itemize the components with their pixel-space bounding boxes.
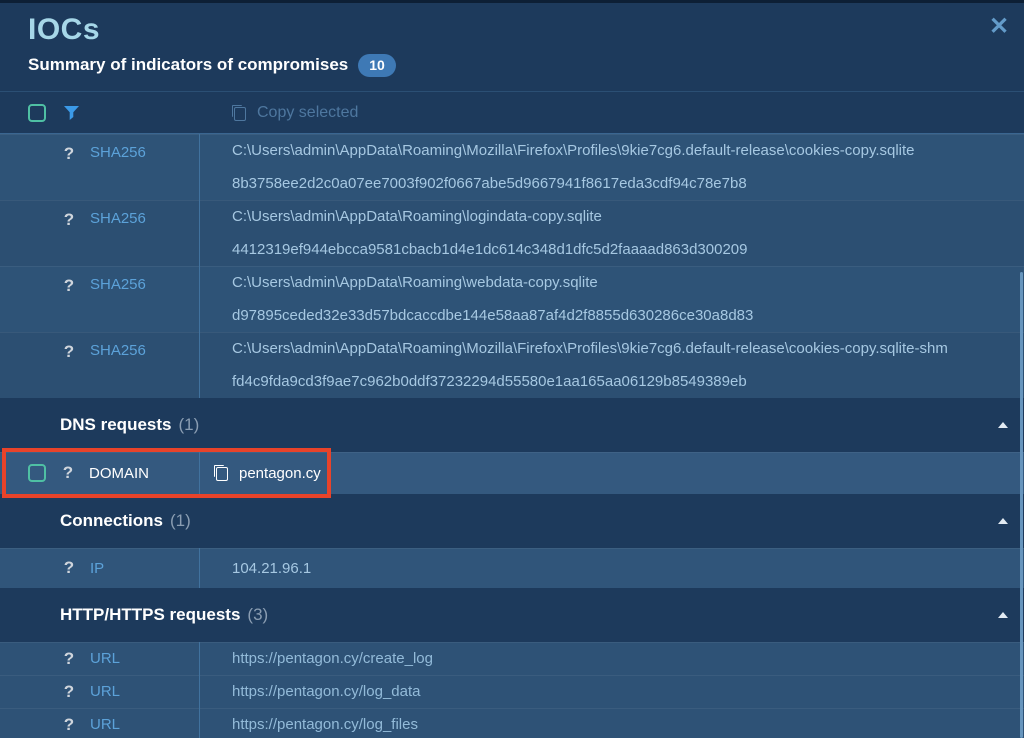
copy-icon[interactable] xyxy=(214,465,228,481)
ioc-url-value: https://pentagon.cy/create_log xyxy=(232,650,433,667)
row-value: C:\Users\admin\AppData\Roaming\webdata-c… xyxy=(200,266,1024,332)
collapse-caret-icon[interactable] xyxy=(998,612,1008,618)
question-icon xyxy=(63,342,75,362)
page-title: IOCs xyxy=(28,13,996,47)
ioc-type-label: SHA256 xyxy=(90,144,146,161)
ioc-file-path: C:\Users\admin\AppData\Roaming\webdata-c… xyxy=(232,266,1024,299)
ioc-ip-value: 104.21.96.1 xyxy=(232,560,311,577)
ioc-type-label: DOMAIN xyxy=(89,465,149,482)
table-row-ip[interactable]: IP 104.21.96.1 xyxy=(0,548,1024,588)
ioc-type-label: URL xyxy=(90,683,120,700)
table-row[interactable]: SHA256 C:\Users\admin\AppData\Roaming\we… xyxy=(0,266,1024,332)
row-value: C:\Users\admin\AppData\Roaming\Mozilla\F… xyxy=(200,332,1024,398)
ioc-domain-value: pentagon.cy xyxy=(239,465,321,482)
ioc-hash-value: 4412319ef944ebcca9581cbacb1d4e1dc614c348… xyxy=(232,233,1024,266)
section-count: (1) xyxy=(170,511,191,531)
table-toolbar: Copy selected xyxy=(0,92,1024,134)
question-icon xyxy=(62,463,74,483)
ioc-file-path: C:\Users\admin\AppData\Roaming\Mozilla\F… xyxy=(232,134,1024,167)
row-meta: URL xyxy=(0,708,200,738)
question-icon xyxy=(63,715,75,735)
row-meta: SHA256 xyxy=(0,134,200,200)
ioc-type-label: SHA256 xyxy=(90,210,146,227)
row-value: C:\Users\admin\AppData\Roaming\Mozilla\F… xyxy=(200,134,1024,200)
row-value: 104.21.96.1 xyxy=(200,548,1024,588)
question-icon xyxy=(63,210,75,230)
ioc-hash-value: 8b3758ee2d2c0a07ee7003f902f0667abe5d9667… xyxy=(232,167,1024,200)
section-header-http-requests[interactable]: HTTP/HTTPS requests (3) xyxy=(0,588,1024,642)
section-header-connections[interactable]: Connections (1) xyxy=(0,494,1024,548)
table-row-url[interactable]: URL https://pentagon.cy/log_data xyxy=(0,675,1024,708)
ioc-count-badge: 10 xyxy=(358,54,396,77)
question-icon xyxy=(63,144,75,164)
ioc-url-value: https://pentagon.cy/log_data xyxy=(232,683,420,700)
table-row-domain-selected[interactable]: DOMAIN pentagon.cy xyxy=(0,452,1024,494)
table-row-url[interactable]: URL https://pentagon.cy/log_files xyxy=(0,708,1024,738)
ioc-type-label: URL xyxy=(90,650,120,667)
ioc-type-label: IP xyxy=(90,560,104,577)
collapse-caret-icon[interactable] xyxy=(998,422,1008,428)
section-title: DNS requests xyxy=(60,415,171,435)
row-meta: SHA256 xyxy=(0,266,200,332)
ioc-hash-value: d97895ceded32e33d57bdcaccdbe144e58aa87af… xyxy=(232,299,1024,332)
table-row[interactable]: SHA256 C:\Users\admin\AppData\Roaming\Mo… xyxy=(0,332,1024,398)
section-header-dns-requests[interactable]: DNS requests (1) xyxy=(0,398,1024,452)
ioc-type-label: URL xyxy=(90,716,120,733)
row-value: https://pentagon.cy/log_data xyxy=(200,675,1024,708)
copy-selected-label: Copy selected xyxy=(257,104,358,122)
question-icon xyxy=(63,649,75,669)
table-row[interactable]: SHA256 C:\Users\admin\AppData\Roaming\Mo… xyxy=(0,134,1024,200)
row-value: C:\Users\admin\AppData\Roaming\logindata… xyxy=(200,200,1024,266)
ioc-file-path: C:\Users\admin\AppData\Roaming\Mozilla\F… xyxy=(232,332,1024,365)
section-title: HTTP/HTTPS requests xyxy=(60,605,240,625)
row-value: https://pentagon.cy/log_files xyxy=(200,708,1024,738)
ioc-type-label: SHA256 xyxy=(90,342,146,359)
collapse-caret-icon[interactable] xyxy=(998,518,1008,524)
row-meta: URL xyxy=(0,642,200,675)
table-row-url[interactable]: URL https://pentagon.cy/create_log xyxy=(0,642,1024,675)
ioc-type-label: SHA256 xyxy=(90,276,146,293)
row-value: pentagon.cy xyxy=(200,452,1024,494)
ioc-file-path: C:\Users\admin\AppData\Roaming\logindata… xyxy=(232,200,1024,233)
section-title: Connections xyxy=(60,511,163,531)
question-icon xyxy=(63,276,75,296)
section-count: (1) xyxy=(178,415,199,435)
row-checkbox[interactable] xyxy=(28,464,46,482)
row-meta: DOMAIN xyxy=(0,452,200,494)
subtitle-text: Summary of indicators of compromises xyxy=(28,55,348,75)
copy-icon xyxy=(232,105,246,121)
row-meta: IP xyxy=(0,548,200,588)
select-all-checkbox[interactable] xyxy=(28,104,46,122)
row-meta: SHA256 xyxy=(0,332,200,398)
question-icon xyxy=(63,682,75,702)
filter-icon[interactable] xyxy=(64,106,79,120)
ioc-url-value: https://pentagon.cy/log_files xyxy=(232,716,418,733)
section-count: (3) xyxy=(247,605,268,625)
vertical-scrollbar[interactable] xyxy=(1020,272,1023,738)
modal-header: IOCs Summary of indicators of compromise… xyxy=(0,3,1024,92)
row-value: https://pentagon.cy/create_log xyxy=(200,642,1024,675)
table-row[interactable]: SHA256 C:\Users\admin\AppData\Roaming\lo… xyxy=(0,200,1024,266)
question-icon xyxy=(63,558,75,578)
ioc-hash-value: fd4c9fda9cd3f9ae7c962b0ddf37232294d55580… xyxy=(232,365,1024,398)
row-meta: SHA256 xyxy=(0,200,200,266)
copy-selected-button[interactable]: Copy selected xyxy=(232,104,358,122)
close-icon[interactable] xyxy=(984,11,1014,41)
row-meta: URL xyxy=(0,675,200,708)
page-subtitle: Summary of indicators of compromises 10 xyxy=(28,54,996,77)
